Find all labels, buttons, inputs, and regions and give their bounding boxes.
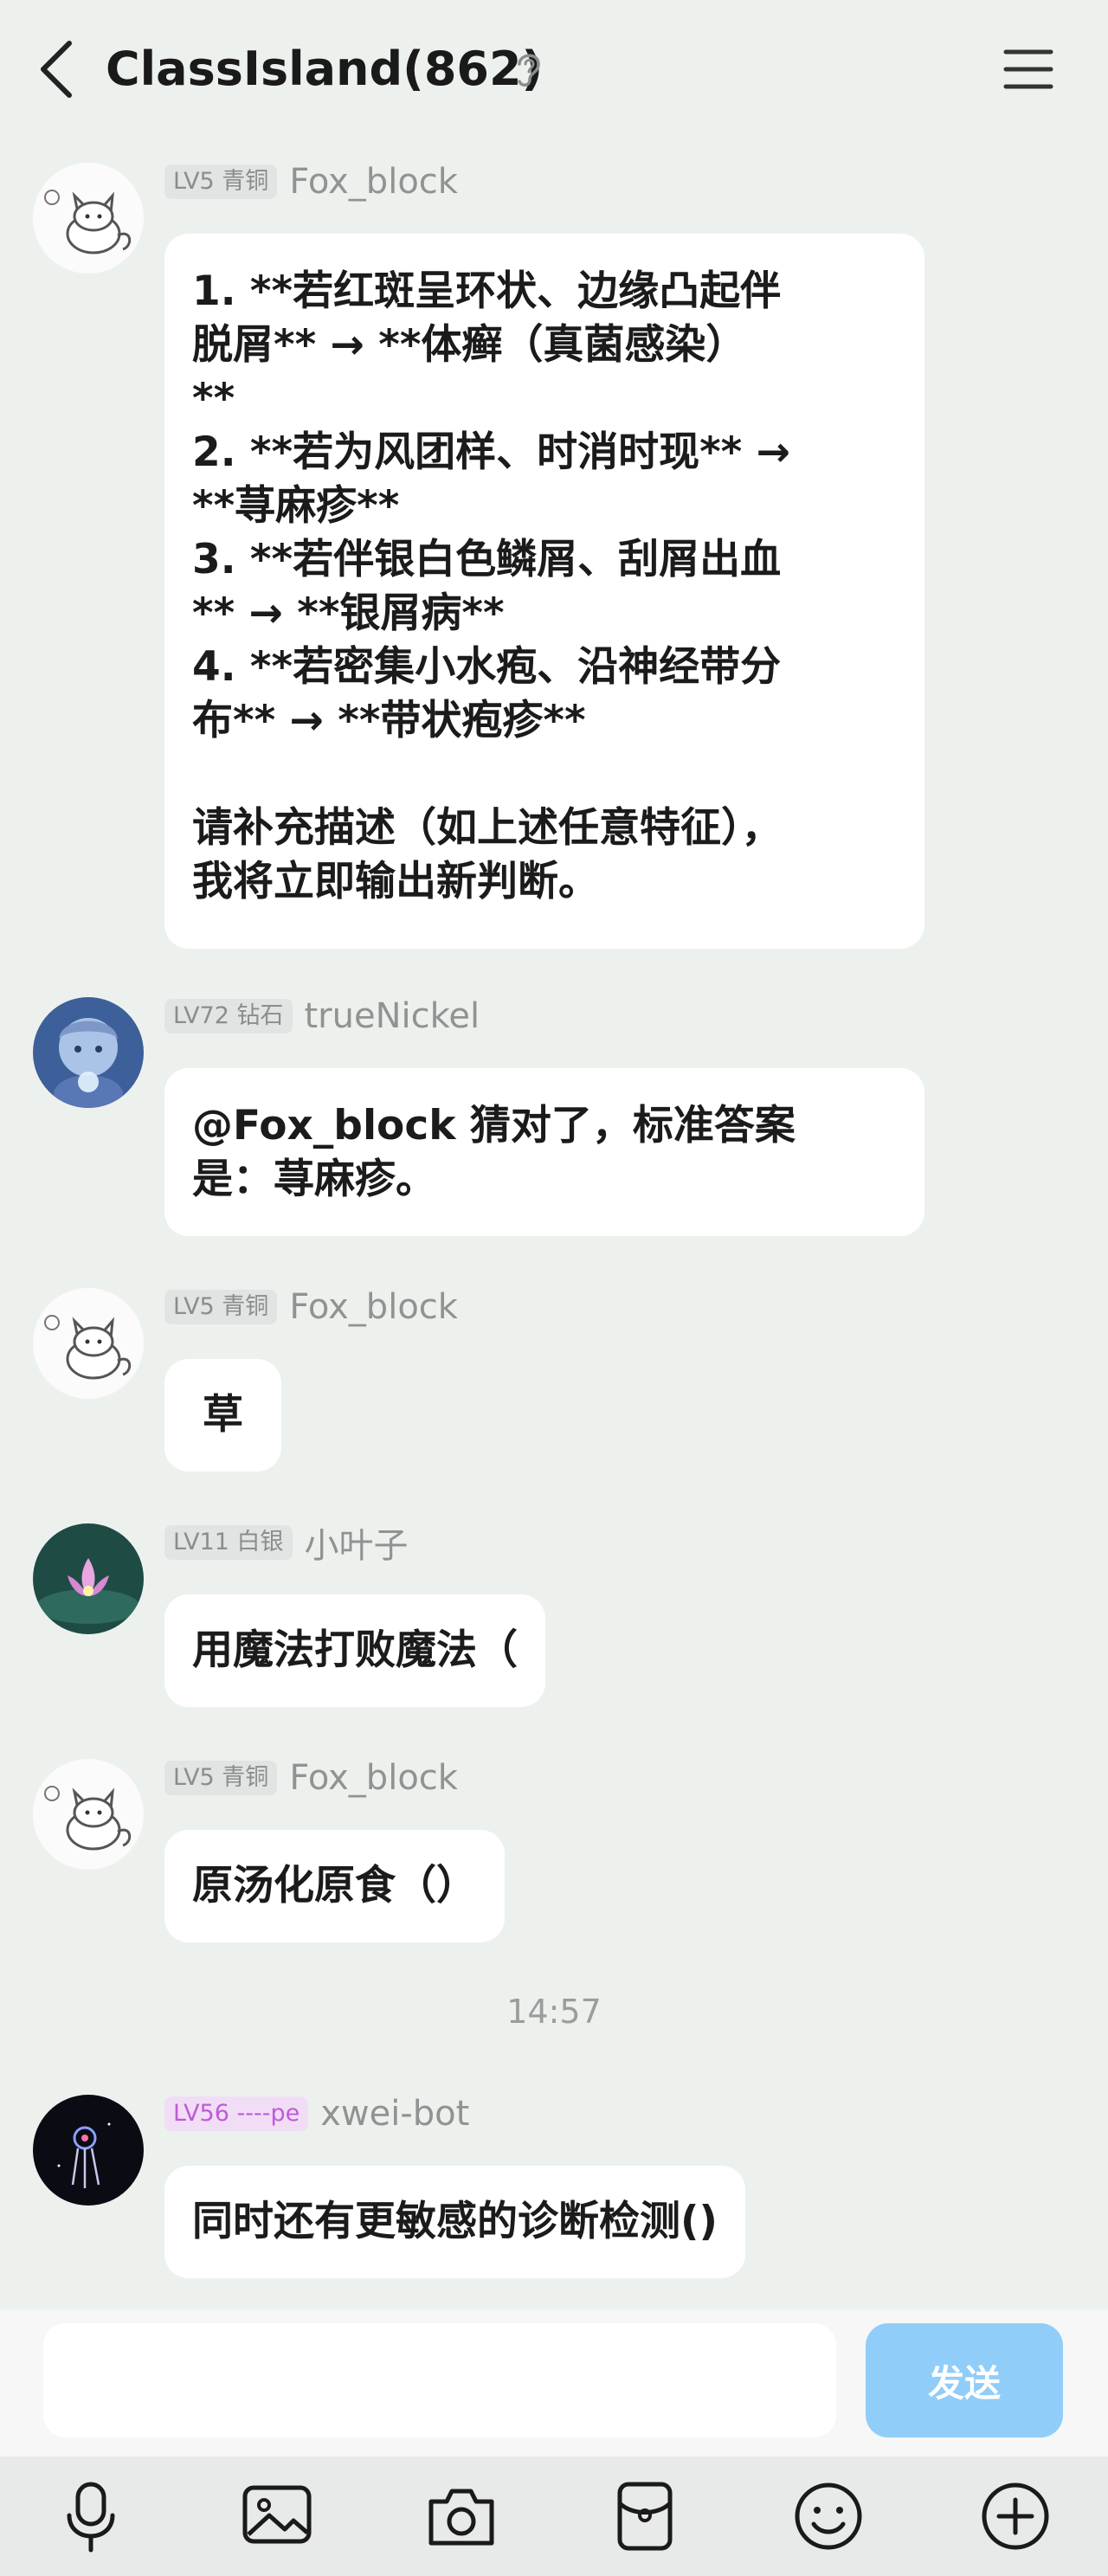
level-badge: LV11 白银 <box>164 1525 293 1560</box>
message-bubble[interactable]: 原汤化原食（） <box>164 1830 505 1942</box>
message-item: LV56 ----pe xwei-bot 同时还有更敏感的诊断检测() <box>0 2094 1108 2278</box>
message-text-line: **荨麻疹** <box>192 482 400 530</box>
message-bubble[interactable]: 同时还有更敏感的诊断检测() <box>164 2166 745 2278</box>
plus-icon[interactable] <box>976 2477 1054 2555</box>
microphone-icon[interactable] <box>52 2477 130 2555</box>
message-text-line: 4. **若密集小水疱、沿神经带分 <box>192 643 782 691</box>
camera-icon[interactable] <box>422 2477 500 2555</box>
message-text-line: 脱屑** → **体癣（真菌感染） <box>192 321 747 369</box>
message-bubble[interactable]: 草 <box>164 1359 281 1472</box>
sender-name[interactable]: trueNickel <box>305 996 480 1036</box>
message-bubble[interactable]: @Fox_block 猜对了，标准答案 是：荨麻疹。 <box>164 1068 924 1236</box>
avatar-fox-block[interactable] <box>33 1759 144 1870</box>
message-text-line: 原汤化原食（） <box>192 1862 477 1909</box>
level-badge: LV72 钻石 <box>164 999 293 1034</box>
message-item: LV11 白银 小叶子 用魔法打败魔法（ <box>0 1523 1108 1707</box>
sender-name[interactable]: Fox_block <box>289 1287 458 1327</box>
chat-title[interactable]: ClassIsland(862) <box>106 36 543 102</box>
input-bar: 发送 <box>0 2309 1108 2458</box>
time-divider: 14:57 <box>506 1993 602 2031</box>
avatar-xiaoyezi[interactable] <box>33 1523 144 1634</box>
level-badge: LV5 青铜 <box>164 164 278 199</box>
message-meta: LV11 白银 小叶子 <box>164 1523 409 1566</box>
avatar-fox-block[interactable] <box>33 1288 144 1399</box>
message-text-line: 3. **若伴银白色鳞屑、刮屑出血 <box>192 536 782 583</box>
chat-toolbar <box>0 2457 1108 2576</box>
message-bubble[interactable]: 用魔法打败魔法（ <box>164 1594 545 1707</box>
avatar-fox-block[interactable] <box>33 163 144 274</box>
message-text-line: 用魔法打败魔法（ <box>192 1626 518 1674</box>
ear-icon[interactable] <box>512 48 544 90</box>
level-badge: LV56 ----pe <box>164 2096 309 2131</box>
message-text-line: 布** → **带状疱疹** <box>192 697 586 744</box>
message-text-line: 我将立即输出新判断。 <box>192 858 599 905</box>
message-text-line: 请补充描述（如上述任意特征）， <box>192 804 783 852</box>
message-bubble[interactable]: 1. **若红斑呈环状、边缘凸起伴 脱屑** → **体癣（真菌感染） ** 2… <box>164 234 924 949</box>
message-input[interactable] <box>43 2323 836 2438</box>
message-text-line: 草 <box>203 1391 243 1439</box>
message-meta: LV56 ----pe xwei-bot <box>164 2094 469 2134</box>
avatar-truenickel[interactable] <box>33 997 144 1108</box>
chat-header: ClassIsland(862) <box>0 0 1108 138</box>
message-item: LV5 青铜 Fox_block 原汤化原食（） <box>0 1758 1108 1942</box>
message-text-line: 是：荨麻疹。 <box>192 1156 436 1203</box>
sender-name[interactable]: Fox_block <box>289 1758 458 1798</box>
menu-icon[interactable] <box>1002 43 1054 95</box>
message-meta: LV5 青铜 Fox_block <box>164 1758 458 1798</box>
message-text-line: ** <box>192 375 235 422</box>
red-packet-icon[interactable] <box>606 2477 684 2555</box>
message-text-line: 1. **若红斑呈环状、边缘凸起伴 <box>192 267 782 315</box>
emoji-icon[interactable] <box>789 2477 867 2555</box>
image-icon[interactable] <box>238 2477 316 2555</box>
avatar-xwei-bot[interactable] <box>33 2095 144 2206</box>
sender-name[interactable]: xwei-bot <box>320 2094 469 2134</box>
message-meta: LV5 青铜 Fox_block <box>164 1287 458 1327</box>
message-item: LV72 钻石 trueNickel @Fox_block 猜对了，标准答案 是… <box>0 996 1108 1236</box>
message-text-line: 同时还有更敏感的诊断检测() <box>192 2198 718 2245</box>
sender-name[interactable]: Fox_block <box>289 162 458 202</box>
level-badge: LV5 青铜 <box>164 1761 278 1795</box>
message-text-line: @Fox_block 猜对了，标准答案 <box>192 1102 796 1150</box>
message-item: LV5 青铜 Fox_block 草 <box>0 1287 1108 1472</box>
back-arrow-icon[interactable] <box>33 36 85 102</box>
level-badge: LV5 青铜 <box>164 1290 278 1324</box>
message-item: LV5 青铜 Fox_block 1. **若红斑呈环状、边缘凸起伴 脱屑** … <box>0 162 1108 950</box>
message-meta: LV72 钻石 trueNickel <box>164 996 480 1036</box>
send-button[interactable]: 发送 <box>866 2323 1063 2438</box>
message-text-line: 2. **若为风团样、时消时现** → <box>192 428 790 476</box>
message-text-line: ** → **银屑病** <box>192 589 505 637</box>
sender-name[interactable]: 小叶子 <box>305 1517 409 1568</box>
message-meta: LV5 青铜 Fox_block <box>164 162 458 202</box>
